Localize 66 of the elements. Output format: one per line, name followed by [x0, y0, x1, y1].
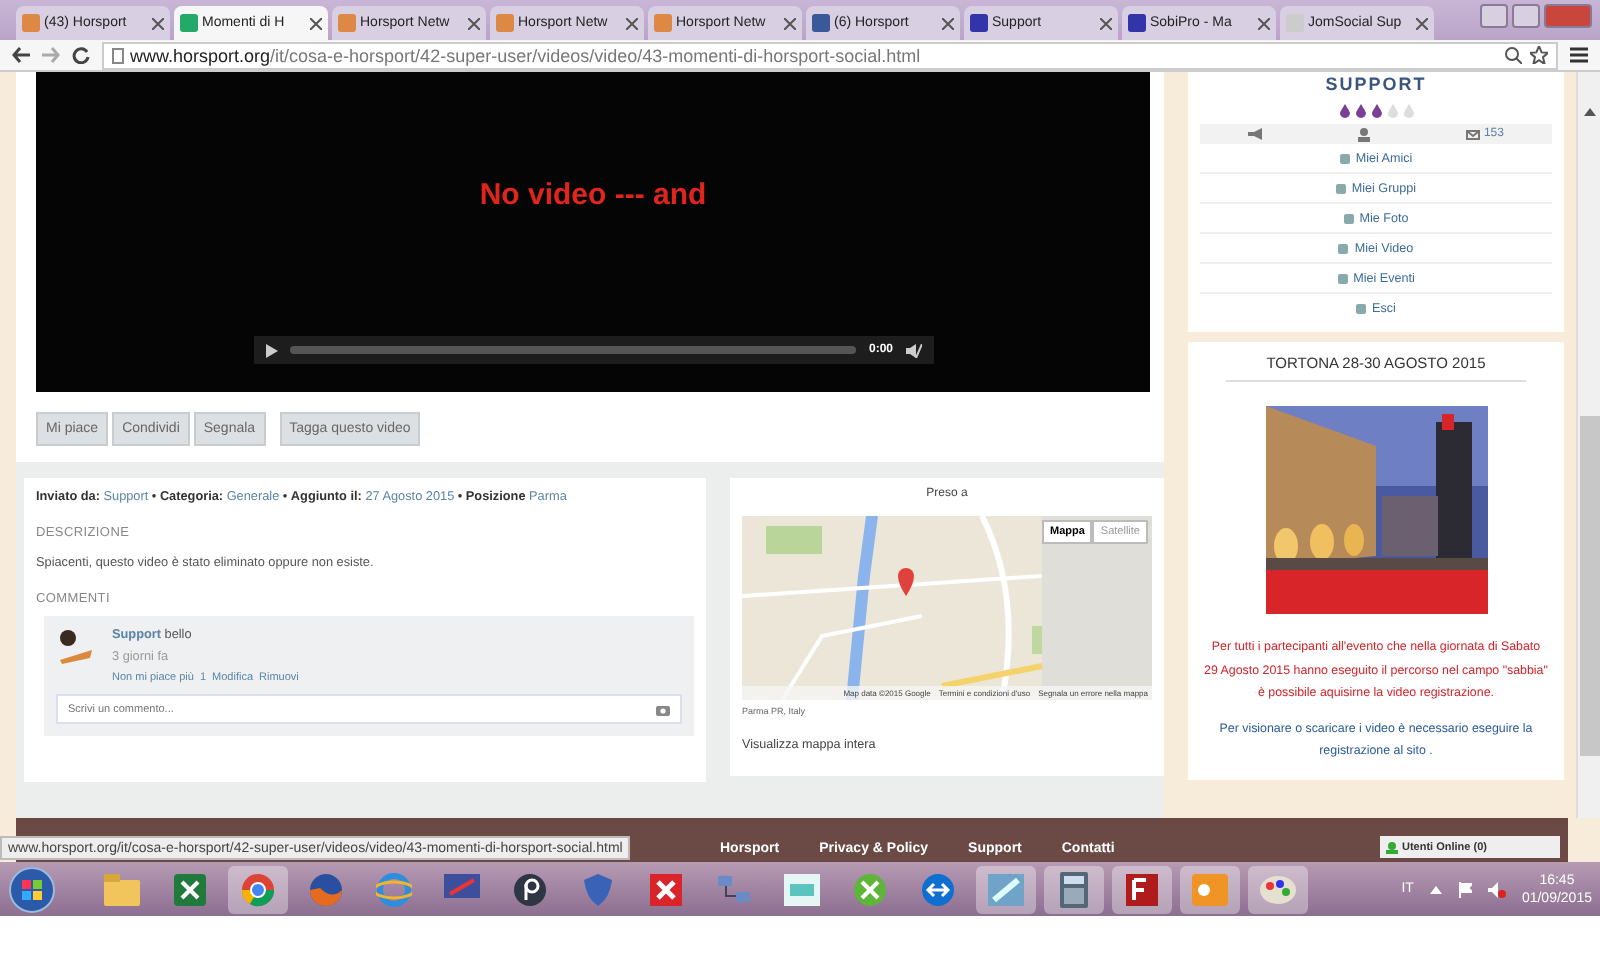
spreadsheet-icon [174, 873, 206, 905]
envelope-icon [1465, 129, 1480, 139]
site-icon [496, 14, 514, 32]
close-icon[interactable] [942, 17, 954, 29]
reload-icon[interactable] [72, 46, 90, 64]
scrollbar[interactable] [1576, 72, 1600, 818]
maximize-button[interactable] [1512, 4, 1540, 28]
address-bar[interactable]: www.horsport.org/it/cosa-e-horsport/42-super-user/videos/video/43-momenti-di-horsport-social.html [102, 41, 1558, 69]
globe-e-icon [376, 871, 412, 907]
site-icon [970, 14, 988, 32]
menu-item-icon [1343, 213, 1354, 223]
flag-icon[interactable] [1457, 881, 1472, 897]
speaker-icon[interactable] [1487, 881, 1506, 897]
menu-item-icon [1335, 183, 1346, 193]
camera-icon[interactable] [656, 704, 670, 716]
browser-icon [240, 871, 276, 907]
close-icon[interactable] [1100, 17, 1112, 29]
close-icon[interactable] [1416, 17, 1428, 29]
mute-icon[interactable] [905, 343, 921, 357]
shield-icon [584, 873, 612, 905]
paint-icon [1260, 873, 1296, 905]
window-icon [988, 873, 1024, 905]
profile-name: SUPPORT [1325, 74, 1427, 96]
menu-item-icon [1339, 153, 1350, 163]
network-icon [716, 873, 752, 905]
menu-item-icon [1337, 273, 1348, 283]
minimize-button[interactable] [1480, 4, 1508, 28]
ftp-icon [1126, 873, 1158, 905]
video-message: No video --- and [479, 178, 707, 212]
users-icon [1386, 841, 1398, 853]
user-icon[interactable] [1357, 127, 1370, 141]
play-icon[interactable] [265, 343, 277, 357]
back-icon[interactable] [12, 46, 30, 64]
taskbar-app-button[interactable] [1112, 865, 1172, 913]
mail-icon [1192, 873, 1228, 905]
site-icon [1128, 14, 1146, 32]
close-icon[interactable] [152, 17, 164, 29]
menu-item-icon [1356, 304, 1367, 314]
menu-item-icon [1338, 243, 1349, 253]
site-icon [654, 14, 672, 32]
close-icon[interactable] [784, 17, 796, 29]
scrollbar-thumb[interactable] [1579, 416, 1599, 756]
scroll-up-icon[interactable] [1583, 108, 1595, 116]
url-text: www.horsport.org/it/cosa-e-horsport/42-super-user/videos/video/43-momenti-di-horsport-social.html [130, 45, 921, 65]
site-icon [180, 14, 198, 32]
avatar-icon [56, 628, 96, 668]
close-icon[interactable] [1258, 17, 1270, 29]
site-icon [338, 14, 356, 32]
cross-icon [650, 873, 682, 905]
tray-arrow-icon[interactable] [1429, 885, 1442, 893]
start-button[interactable] [8, 865, 56, 913]
star-icon[interactable] [1530, 46, 1548, 64]
search-icon[interactable] [1504, 46, 1522, 64]
site-icon [22, 14, 40, 32]
calculator-icon [1060, 871, 1088, 907]
site-icon [812, 14, 830, 32]
page-icon [112, 47, 124, 63]
folder-icon [104, 873, 140, 905]
menu-icon[interactable] [1570, 46, 1588, 64]
close-icon[interactable] [626, 17, 638, 29]
remote-icon [920, 871, 956, 907]
progress-track[interactable] [289, 346, 857, 354]
close-icon[interactable] [310, 17, 322, 29]
close-icon[interactable] [468, 17, 480, 29]
megaphone-icon[interactable] [1247, 128, 1262, 140]
tile-icon [784, 873, 820, 905]
